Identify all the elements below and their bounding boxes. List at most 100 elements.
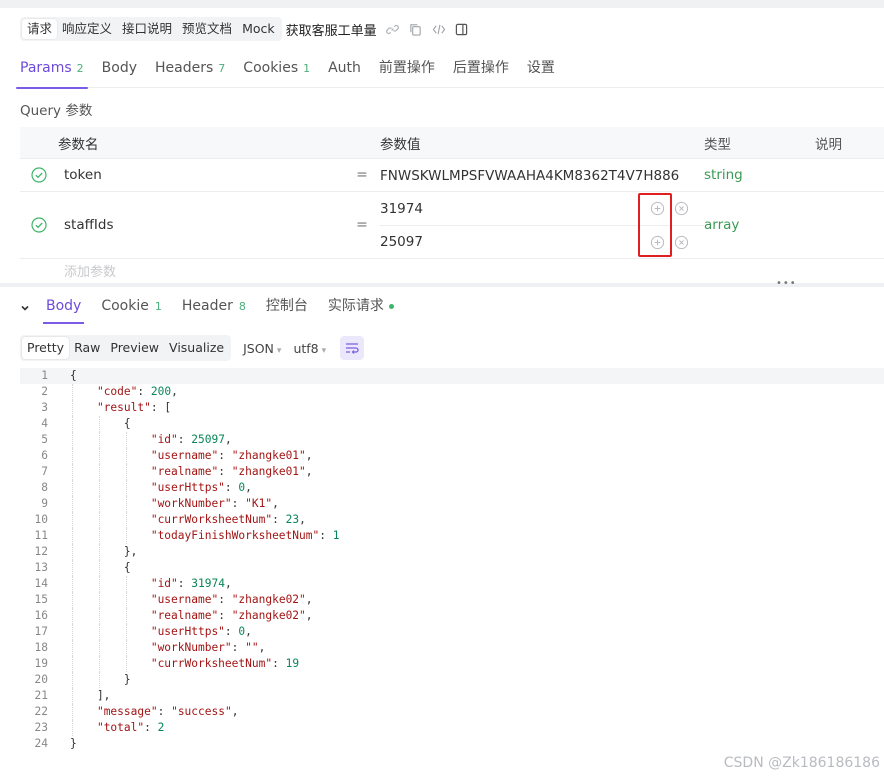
tab-settings[interactable]: 设置 bbox=[527, 52, 555, 88]
code-line: 20 } bbox=[20, 672, 884, 688]
encoding-value: utf8 bbox=[293, 340, 319, 356]
response-code-editor[interactable]: 1{2 "code": 200, 3 "result": [4 {5 "id": … bbox=[20, 368, 884, 777]
view-mode-segment: Pretty Raw Preview Visualize bbox=[20, 335, 232, 361]
code-text: "username": "zhangke01", bbox=[150, 449, 313, 462]
view-segment: 请求 响应定义 接口说明 预览文档 Mock bbox=[20, 17, 282, 41]
chevron-down-icon: ▾ bbox=[276, 345, 282, 356]
mode-pretty[interactable]: Pretty bbox=[22, 337, 70, 359]
tab-cookies[interactable]: Cookies 1 bbox=[243, 52, 310, 88]
param-desc[interactable] bbox=[815, 159, 884, 191]
tab-count: 2 bbox=[76, 62, 84, 75]
word-wrap-button[interactable] bbox=[340, 336, 365, 360]
check-circle-icon[interactable] bbox=[20, 192, 58, 258]
header-type: 类型 bbox=[704, 136, 731, 153]
collapse-chevron-icon[interactable] bbox=[20, 303, 30, 313]
line-number: 5 bbox=[41, 433, 48, 446]
tab-response-cookie[interactable]: Cookie 1 bbox=[101, 292, 162, 324]
api-name: 获取客服工单量 bbox=[285, 23, 377, 39]
request-tabs: Params 2 Body Headers 7 Cookies 1 Auth 前置操作… bbox=[16, 52, 884, 89]
table-header: 参数名 参数值 类型 说明 bbox=[20, 127, 884, 159]
encoding-select[interactable]: utf8 ▾ bbox=[293, 341, 326, 356]
tab-count: 1 bbox=[303, 62, 311, 75]
array-item-text[interactable]: 31974 bbox=[380, 201, 423, 217]
seg-mock[interactable]: Mock bbox=[237, 19, 280, 39]
code-text: } bbox=[70, 673, 131, 686]
line-number: 14 bbox=[34, 577, 48, 590]
table-row: staffIds = 31974 25097 array bbox=[20, 192, 884, 259]
code-text: "todayFinishWorksheetNum": 1 bbox=[150, 529, 340, 542]
tab-auth[interactable]: Auth bbox=[328, 52, 361, 88]
seg-preview-doc[interactable]: 预览文档 bbox=[177, 19, 237, 39]
code-text: "userHttps": 0, bbox=[150, 481, 252, 494]
split-view-icon[interactable] bbox=[455, 22, 469, 36]
code-text: "userHttps": 0, bbox=[150, 625, 252, 638]
tab-console[interactable]: 控制台 bbox=[266, 292, 308, 324]
code-icon[interactable] bbox=[432, 22, 446, 36]
code-line: 14 "id": 31974, bbox=[20, 576, 884, 592]
tab-pre-ops[interactable]: 前置操作 bbox=[379, 52, 435, 88]
tab-response-body[interactable]: Body bbox=[42, 292, 85, 324]
tab-actual-request[interactable]: 实际请求 bbox=[328, 292, 394, 324]
line-number: 12 bbox=[34, 545, 48, 558]
param-name[interactable]: staffIds bbox=[58, 192, 344, 258]
line-number: 9 bbox=[41, 497, 48, 510]
code-line: 18 "workNumber": "", bbox=[20, 640, 884, 656]
tab-body[interactable]: Body bbox=[102, 52, 137, 88]
code-text: "id": 25097, bbox=[150, 433, 232, 446]
param-type[interactable]: string bbox=[704, 159, 815, 191]
code-line: 13 { bbox=[20, 560, 884, 576]
table-row: token = FNWSKWLMPSFVWAAHA4KM8362T4V7H886… bbox=[20, 159, 884, 192]
line-number: 18 bbox=[34, 641, 48, 654]
code-text: { bbox=[70, 369, 77, 382]
link-icon[interactable] bbox=[386, 22, 400, 36]
line-number: 13 bbox=[34, 561, 48, 574]
seg-api-doc[interactable]: 接口说明 bbox=[117, 19, 177, 39]
copy-icon[interactable] bbox=[409, 22, 423, 36]
highlight-annotation-box bbox=[638, 193, 672, 257]
request-toolbar: 请求 响应定义 接口说明 预览文档 Mock 获取客服工单量 bbox=[20, 17, 469, 41]
panel-splitter[interactable] bbox=[0, 283, 884, 287]
code-text: "code": 200, bbox=[96, 385, 178, 398]
param-name[interactable]: token bbox=[58, 159, 344, 191]
seg-response-def[interactable]: 响应定义 bbox=[57, 19, 117, 39]
param-value[interactable]: FNWSKWLMPSFVWAAHA4KM8362T4V7H886 bbox=[380, 159, 704, 192]
code-text: "workNumber": "K1", bbox=[150, 497, 279, 510]
tab-post-ops[interactable]: 后置操作 bbox=[453, 52, 509, 88]
line-number: 20 bbox=[34, 673, 48, 686]
drag-handle-icon[interactable]: ••• bbox=[776, 278, 797, 289]
code-line: 7 "realname": "zhangke01", bbox=[20, 464, 884, 480]
header-name: 参数名 bbox=[58, 136, 99, 153]
param-type[interactable]: array bbox=[704, 192, 815, 258]
code-line: 3 "result": [ bbox=[20, 400, 884, 416]
mode-raw[interactable]: Raw bbox=[69, 337, 105, 359]
tab-response-header[interactable]: Header 8 bbox=[182, 292, 246, 324]
code-line: 11 "todayFinishWorksheetNum": 1 bbox=[20, 528, 884, 544]
tab-label: 实际请求 bbox=[327, 298, 384, 314]
chevron-down-icon: ▾ bbox=[321, 345, 327, 356]
tab-headers[interactable]: Headers 7 bbox=[155, 52, 225, 88]
check-circle-icon[interactable] bbox=[20, 159, 58, 191]
tab-label: Cookie bbox=[101, 298, 149, 314]
code-text: "realname": "zhangke02", bbox=[150, 609, 313, 622]
equals-sign: = bbox=[356, 167, 368, 183]
code-text: "realname": "zhangke01", bbox=[150, 465, 313, 478]
tab-label: 设置 bbox=[526, 60, 555, 76]
code-line: 15 "username": "zhangke02", bbox=[20, 592, 884, 608]
mode-preview[interactable]: Preview bbox=[105, 337, 164, 359]
code-text: "total": 2 bbox=[96, 721, 165, 734]
status-dot bbox=[388, 303, 394, 309]
line-number: 15 bbox=[34, 593, 48, 606]
remove-circle-icon[interactable] bbox=[674, 235, 689, 250]
code-text: "message": "success", bbox=[96, 705, 239, 718]
param-desc[interactable] bbox=[815, 192, 884, 258]
tab-params[interactable]: Params 2 bbox=[16, 52, 88, 89]
remove-circle-icon[interactable] bbox=[674, 201, 689, 216]
tab-label: Params bbox=[20, 60, 72, 76]
seg-request[interactable]: 请求 bbox=[22, 19, 58, 39]
language-select[interactable]: JSON ▾ bbox=[243, 341, 281, 356]
mode-visualize[interactable]: Visualize bbox=[164, 337, 229, 359]
array-item-text[interactable]: 25097 bbox=[380, 234, 423, 250]
code-line: 8 "userHttps": 0, bbox=[20, 480, 884, 496]
equals-sign: = bbox=[356, 217, 368, 233]
format-bar: Pretty Raw Preview Visualize JSON ▾ utf8 ▾ bbox=[20, 335, 365, 361]
